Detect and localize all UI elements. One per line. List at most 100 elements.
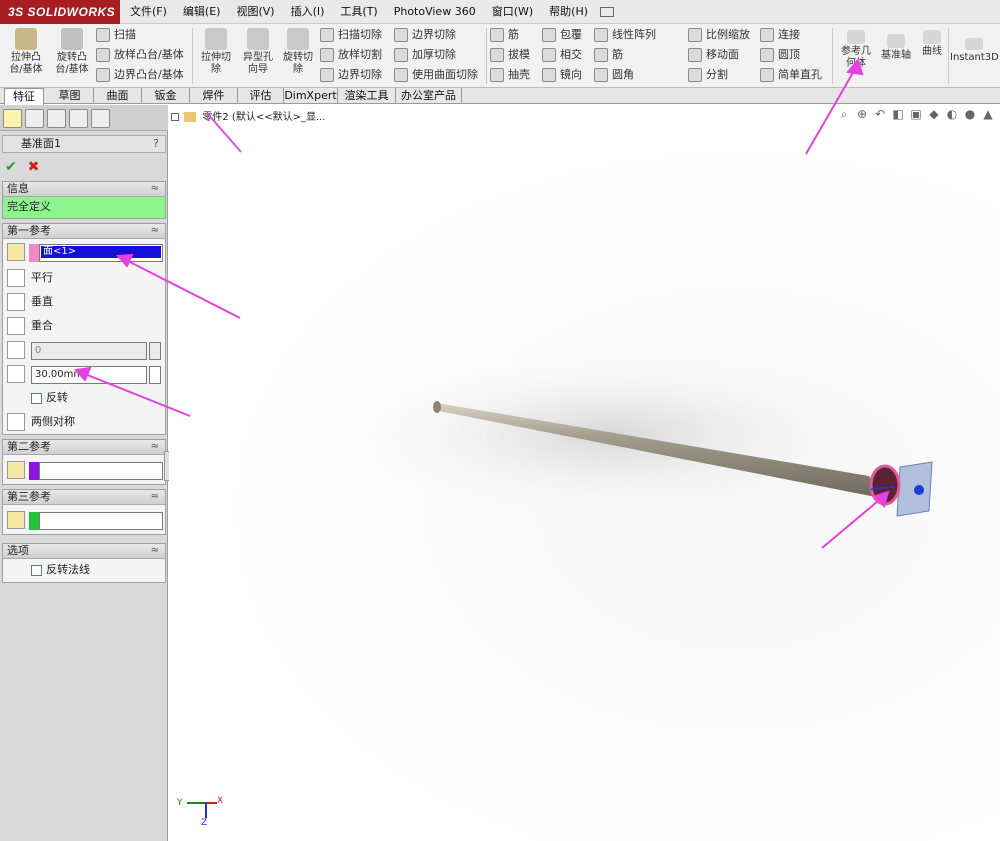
menu-insert[interactable]: 插入(I) (283, 0, 333, 24)
tab-render-tools[interactable]: 渲染工具 (338, 88, 396, 104)
help-icon[interactable]: ? (153, 136, 159, 152)
reference-geometry-button[interactable]: 参考几 何体 (834, 30, 878, 70)
surface-cut-button[interactable]: 使用曲面切除 (394, 66, 478, 84)
rib-2-button[interactable]: 筋 (594, 46, 623, 64)
flip-normal-checkbox[interactable]: 反转法线 (31, 560, 90, 580)
solidworks-logo: 3S SOLIDWORKS (0, 0, 120, 24)
selected-end-face[interactable] (869, 464, 901, 506)
parallel-icon (7, 269, 25, 287)
instant3d-button[interactable]: Instant3D (950, 38, 999, 64)
fillet-button[interactable]: 圆角 (594, 66, 634, 84)
property-manager-tab-icon[interactable] (25, 109, 44, 128)
sweep-button[interactable]: 扫描 (96, 26, 136, 44)
tab-sheet-metal[interactable]: 钣金 (142, 88, 190, 104)
display-manager-tab-icon[interactable] (91, 109, 110, 128)
pin-icon[interactable] (600, 7, 615, 17)
menu-tools[interactable]: 工具(T) (332, 0, 385, 24)
intersect-icon (542, 48, 556, 62)
scale-button[interactable]: 比例缩放 (688, 26, 750, 44)
perpendicular-option[interactable]: 垂直 (7, 292, 53, 312)
mid-plane-option[interactable]: 两侧对称 (7, 412, 75, 432)
swept-cut-button[interactable]: 扫描切除 (320, 26, 382, 44)
shell-button[interactable]: 抽壳 (490, 66, 530, 84)
rib-button[interactable]: 筋 (490, 26, 519, 44)
wrap-icon (542, 28, 556, 42)
menu-window[interactable]: 窗口(W) (484, 0, 541, 24)
collapse-icon[interactable]: ≈ (151, 440, 159, 454)
mirror-button[interactable]: 镜向 (542, 66, 582, 84)
boundary-cut-button[interactable]: 边界切除 (320, 66, 382, 84)
distance-spinner[interactable] (149, 366, 161, 384)
parallel-option[interactable]: 平行 (7, 268, 53, 288)
flip-checkbox[interactable]: 反转 (31, 388, 68, 408)
distance-field[interactable]: 30.00mm (31, 366, 147, 384)
menu-view[interactable]: 视图(V) (228, 0, 282, 24)
boundary-boss-button[interactable]: 边界凸台/基体 (96, 66, 184, 84)
perpendicular-icon (7, 293, 25, 311)
menu-edit[interactable]: 编辑(E) (175, 0, 229, 24)
extruded-boss-button[interactable]: 拉伸凸 台/基体 (4, 28, 48, 76)
linear-pattern-button[interactable]: 线性阵列 (594, 26, 656, 44)
face-icon (7, 243, 25, 261)
intersect-button[interactable]: 相交 (542, 46, 582, 64)
wrap-button[interactable]: 包覆 (542, 26, 582, 44)
cancel-icon[interactable]: ✖ (28, 159, 40, 175)
angle-field[interactable]: 0 (31, 342, 147, 360)
first-reference-field[interactable]: 面<1> (39, 244, 163, 262)
tab-evaluate[interactable]: 评估 (238, 88, 284, 104)
second-reference-group: 第二参考 ≈ (2, 439, 166, 485)
triad-axis: Y X Z (177, 796, 224, 828)
feature-manager-tab-icon[interactable] (3, 109, 22, 128)
angle-spinner[interactable] (149, 342, 161, 360)
revolved-cut-button[interactable]: 旋转切 除 (276, 28, 320, 76)
lofted-cut-button[interactable]: 放样切割 (320, 46, 382, 64)
menu-help[interactable]: 帮助(H) (541, 0, 596, 24)
swept-cut-icon (320, 28, 334, 42)
ok-icon[interactable]: ✔ (5, 159, 17, 175)
revolved-boss-button[interactable]: 旋转凸 台/基体 (50, 28, 94, 76)
collapse-icon[interactable]: ≈ (151, 224, 159, 238)
draft-button[interactable]: 拔模 (490, 46, 530, 64)
collapse-icon[interactable]: ≈ (151, 490, 159, 504)
boundary-cut-icon (394, 28, 408, 42)
third-reference-field[interactable] (39, 512, 163, 530)
boundary-cut-2-button[interactable]: 边界切除 (394, 26, 456, 44)
collapse-icon[interactable]: ≈ (151, 182, 159, 196)
combine-button[interactable]: 连接 (760, 26, 800, 44)
menu-file[interactable]: 文件(F) (122, 0, 175, 24)
thicken-cut-button[interactable]: 加厚切除 (394, 46, 456, 64)
checkbox-icon[interactable] (31, 564, 42, 576)
collapse-icon[interactable]: ≈ (151, 544, 159, 558)
hole-wizard-button[interactable]: 异型孔 向导 (236, 28, 280, 76)
dome-button[interactable]: 圆顶 (760, 46, 800, 64)
second-reference-field[interactable] (39, 462, 163, 480)
tab-surfaces[interactable]: 曲面 (94, 88, 142, 104)
tab-dimxpert[interactable]: DimXpert (284, 88, 338, 104)
linear-pattern-icon (594, 28, 608, 42)
face-icon (7, 511, 25, 529)
plane-handle-icon[interactable] (914, 485, 924, 495)
mid-plane-icon (7, 413, 25, 431)
mirror-icon (542, 68, 556, 82)
simple-hole-button[interactable]: 简单直孔 (760, 66, 822, 84)
menu-list: 文件(F) 编辑(E) 视图(V) 插入(I) 工具(T) PhotoView … (122, 0, 615, 24)
tab-weldments[interactable]: 焊件 (190, 88, 238, 104)
move-face-button[interactable]: 移动面 (688, 46, 739, 64)
checkbox-icon[interactable] (31, 392, 42, 404)
dimxpert-manager-tab-icon[interactable] (69, 109, 88, 128)
tab-features[interactable]: 特征 (4, 88, 44, 105)
menu-photoview[interactable]: PhotoView 360 (386, 0, 484, 24)
loft-boss-button[interactable]: 放样凸台/基体 (96, 46, 184, 64)
split-button[interactable]: 分割 (688, 66, 728, 84)
tab-office-products[interactable]: 办公室产品 (396, 88, 462, 104)
curves-icon (923, 30, 941, 44)
tab-sketch[interactable]: 草图 (46, 88, 94, 104)
extruded-cut-button[interactable]: 拉伸切 除 (194, 28, 238, 76)
ref1-color-swatch (29, 244, 39, 262)
rib-icon (594, 48, 608, 62)
graphics-area[interactable]: 零件2 (默认<<默认>_显... ⌕ ⊕ ↶ ◧ ▣ ◆ ◐ ● ▲ Y X … (169, 105, 1000, 841)
coincident-option[interactable]: 重合 (7, 316, 53, 336)
configuration-manager-tab-icon[interactable] (47, 109, 66, 128)
surface-cut-icon (394, 68, 408, 82)
property-manager: 基准面1 ? ✔ ✖ 信息 ≈ 完全定义 第一参考 ≈ 面<1> 平行 垂直 重合 … (0, 105, 171, 841)
